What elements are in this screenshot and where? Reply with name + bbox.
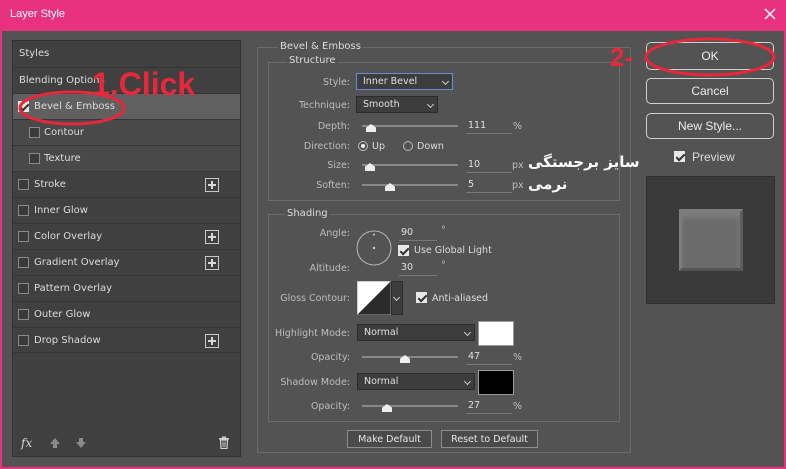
step2-annotation: 2- [610, 42, 634, 72]
soften-note-annotation: نرمی [528, 175, 568, 193]
click-annotation: 1.Click [92, 66, 196, 102]
size-note-annotation: سایز برجستگی [528, 153, 640, 171]
ok-highlight-ellipse [644, 37, 776, 77]
